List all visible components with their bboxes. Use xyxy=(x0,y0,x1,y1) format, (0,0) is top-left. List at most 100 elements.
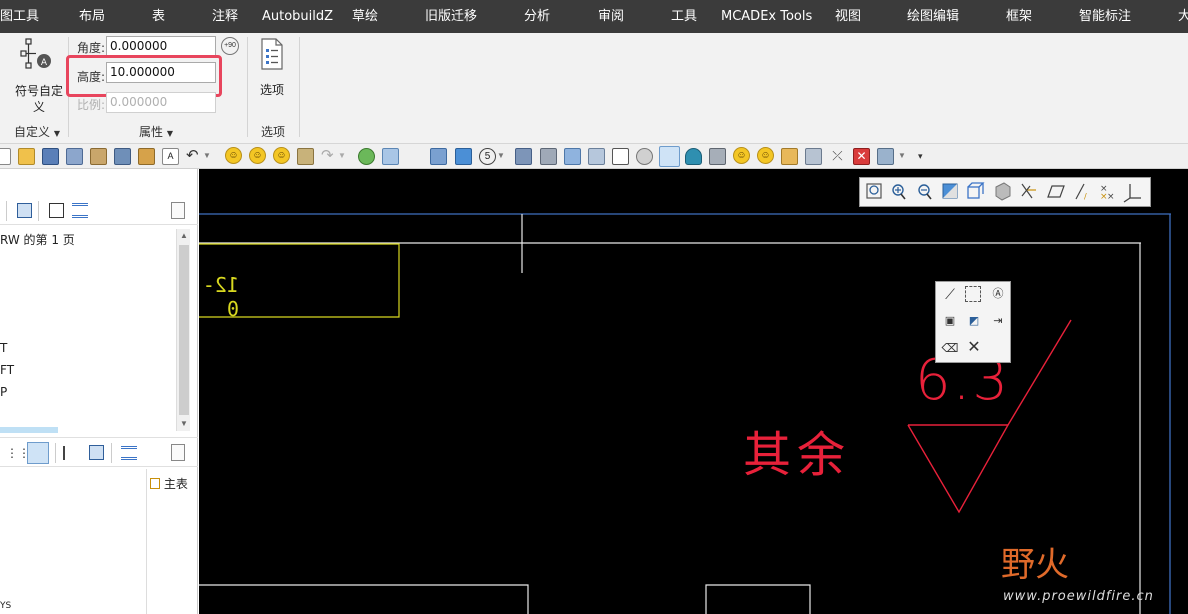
frame-icon[interactable] xyxy=(49,203,64,218)
save-as-icon[interactable] xyxy=(66,148,83,165)
panel-bottom-toolbar: ⋮⋮ xyxy=(0,437,198,467)
menu-smart-dimension[interactable]: 智能标注 xyxy=(1079,0,1131,33)
arrange-icon[interactable] xyxy=(805,148,822,165)
save-copy-icon[interactable] xyxy=(114,148,131,165)
layers-icon[interactable] xyxy=(121,446,137,460)
leader-icon[interactable]: ⟋ xyxy=(940,284,960,304)
smiley-icon[interactable]: ☺ xyxy=(249,147,266,164)
menu-drawing-edit[interactable]: 绘图编辑 xyxy=(907,0,959,33)
custom-symbol-button[interactable]: A 符号自定义 xyxy=(8,37,66,117)
chevron-down-icon: ▼ xyxy=(53,129,60,138)
drawing-canvas[interactable]: 12-0 6.3 其余 / × × × ⟋ Ⓐ ▣ ◩ ⇥ ⌫ ✕ 野火 www… xyxy=(199,169,1188,614)
smiley-icon[interactable]: ☺ xyxy=(757,147,774,164)
menu-annotate[interactable]: 注释 xyxy=(212,0,238,33)
pointer-icon[interactable] xyxy=(455,148,472,165)
menu-drawing-tools[interactable]: 图工具 xyxy=(0,0,39,33)
menu-mcadex-tools[interactable]: MCADEx Tools xyxy=(721,0,812,33)
chevron-down-icon[interactable]: ▼ xyxy=(338,148,348,165)
menu-review[interactable]: 审阅 xyxy=(598,0,624,33)
notes-icon[interactable] xyxy=(781,148,798,165)
menu-layout[interactable]: 布局 xyxy=(79,0,105,33)
settings-doc-icon[interactable] xyxy=(171,202,185,219)
table-view-icon[interactable] xyxy=(27,442,49,464)
move-to-icon[interactable]: ⇥ xyxy=(988,311,1008,331)
close-icon[interactable]: ✕ xyxy=(964,338,984,358)
group-symbol-icon[interactable]: ▣ xyxy=(940,311,960,331)
menu-sketch[interactable]: 草绘 xyxy=(352,0,378,33)
bottom-box-left xyxy=(199,584,529,614)
axis-display-icon: / xyxy=(1075,183,1087,201)
customize-toolbar-icon[interactable]: ▾ xyxy=(918,148,930,165)
window-icon[interactable] xyxy=(877,148,894,165)
menu-autobuildz[interactable]: AutobuildZ xyxy=(262,0,333,33)
copy-icon[interactable] xyxy=(588,148,605,165)
select-box-icon[interactable] xyxy=(965,286,981,302)
symbol-gallery-icon[interactable]: Ⓐ xyxy=(988,284,1008,304)
watermark-logo: 野火 xyxy=(1001,545,1069,585)
main-table-header[interactable]: 主表 xyxy=(150,475,188,492)
layers-icon[interactable] xyxy=(72,203,88,218)
redo-icon[interactable]: ↷ xyxy=(321,148,338,165)
number-5-icon[interactable]: 5 xyxy=(479,148,496,165)
chevron-down-icon[interactable]: ▼ xyxy=(898,148,908,165)
table-icon[interactable] xyxy=(612,148,629,165)
smiley-icon[interactable]: ☺ xyxy=(225,147,242,164)
angle-input[interactable]: 0.000000 xyxy=(106,36,216,57)
scroll-thumb[interactable] xyxy=(179,245,189,415)
page-label[interactable]: RW 的第 1 页 xyxy=(0,231,75,248)
regenerate-icon[interactable] xyxy=(297,148,314,165)
layer-tree-icon[interactable] xyxy=(89,445,104,460)
custom-group-label[interactable]: 自定义 ▼ xyxy=(14,123,60,140)
text-icon[interactable]: A xyxy=(162,148,179,165)
sphere-icon[interactable] xyxy=(358,148,375,165)
menu-legacy-migration[interactable]: 旧版迁移 xyxy=(425,0,477,33)
scale-input[interactable]: 0.000000 xyxy=(106,92,216,113)
gauge-icon[interactable] xyxy=(636,148,653,165)
menu-frame[interactable]: 框架 xyxy=(1006,0,1032,33)
menu-tools[interactable]: 工具 xyxy=(671,0,697,33)
backup-icon[interactable] xyxy=(138,148,155,165)
selected-row[interactable] xyxy=(0,427,58,433)
rotate-90-button[interactable]: +90 xyxy=(221,37,239,55)
print-icon[interactable] xyxy=(540,148,557,165)
options-button[interactable]: 选项 xyxy=(254,37,290,99)
sheet-view-icon[interactable] xyxy=(659,146,680,167)
menu-table[interactable]: 表 xyxy=(152,0,165,33)
close-small-icon[interactable]: ⤫ xyxy=(829,148,846,165)
save-icon[interactable] xyxy=(42,148,59,165)
filter-tree-icon[interactable] xyxy=(63,446,81,460)
properties-group-label[interactable]: 属性 ▼ xyxy=(139,123,173,140)
chevron-down-icon[interactable]: ▼ xyxy=(203,148,213,165)
dimension-icon[interactable] xyxy=(515,148,532,165)
sort-icon[interactable] xyxy=(430,148,447,165)
close-icon[interactable]: ✕ xyxy=(853,148,870,165)
settings-doc-icon[interactable] xyxy=(171,444,185,461)
zoom-out-icon xyxy=(918,184,932,200)
settings-icon[interactable] xyxy=(709,148,726,165)
scroll-up-icon[interactable]: ▲ xyxy=(177,229,191,243)
layer-tree-icon[interactable] xyxy=(17,203,32,218)
teapot-icon[interactable] xyxy=(685,148,702,165)
edit-icon[interactable] xyxy=(90,148,107,165)
export-icon[interactable] xyxy=(564,148,581,165)
chevron-down-icon[interactable]: ▼ xyxy=(497,148,507,165)
eraser-icon[interactable] xyxy=(382,148,399,165)
tree-item[interactable]: T xyxy=(0,341,7,355)
menu-analysis[interactable]: 分析 xyxy=(524,0,550,33)
new-file-icon[interactable] xyxy=(0,148,11,165)
tree-item[interactable]: P xyxy=(0,385,7,399)
menu-view[interactable]: 视图 xyxy=(835,0,861,33)
custom-group-title: 自定义 xyxy=(14,125,51,139)
variable-text-icon[interactable]: ◩ xyxy=(964,311,984,331)
tree-item[interactable]: FT xyxy=(0,363,14,377)
scrollbar[interactable]: ▲ ▼ xyxy=(176,229,190,431)
smiley-icon[interactable]: ☺ xyxy=(273,147,290,164)
tree-item[interactable]: YS xyxy=(0,601,11,611)
scroll-down-icon[interactable]: ▼ xyxy=(177,417,191,431)
title-block-text: 12-0 xyxy=(202,273,239,321)
undo-icon[interactable]: ↶ xyxy=(186,148,203,165)
menu-more[interactable]: 大 xyxy=(1178,0,1188,33)
eraser-icon[interactable]: ⌫ xyxy=(940,338,960,358)
smiley-icon[interactable]: ☺ xyxy=(733,147,750,164)
open-folder-icon[interactable] xyxy=(18,148,35,165)
